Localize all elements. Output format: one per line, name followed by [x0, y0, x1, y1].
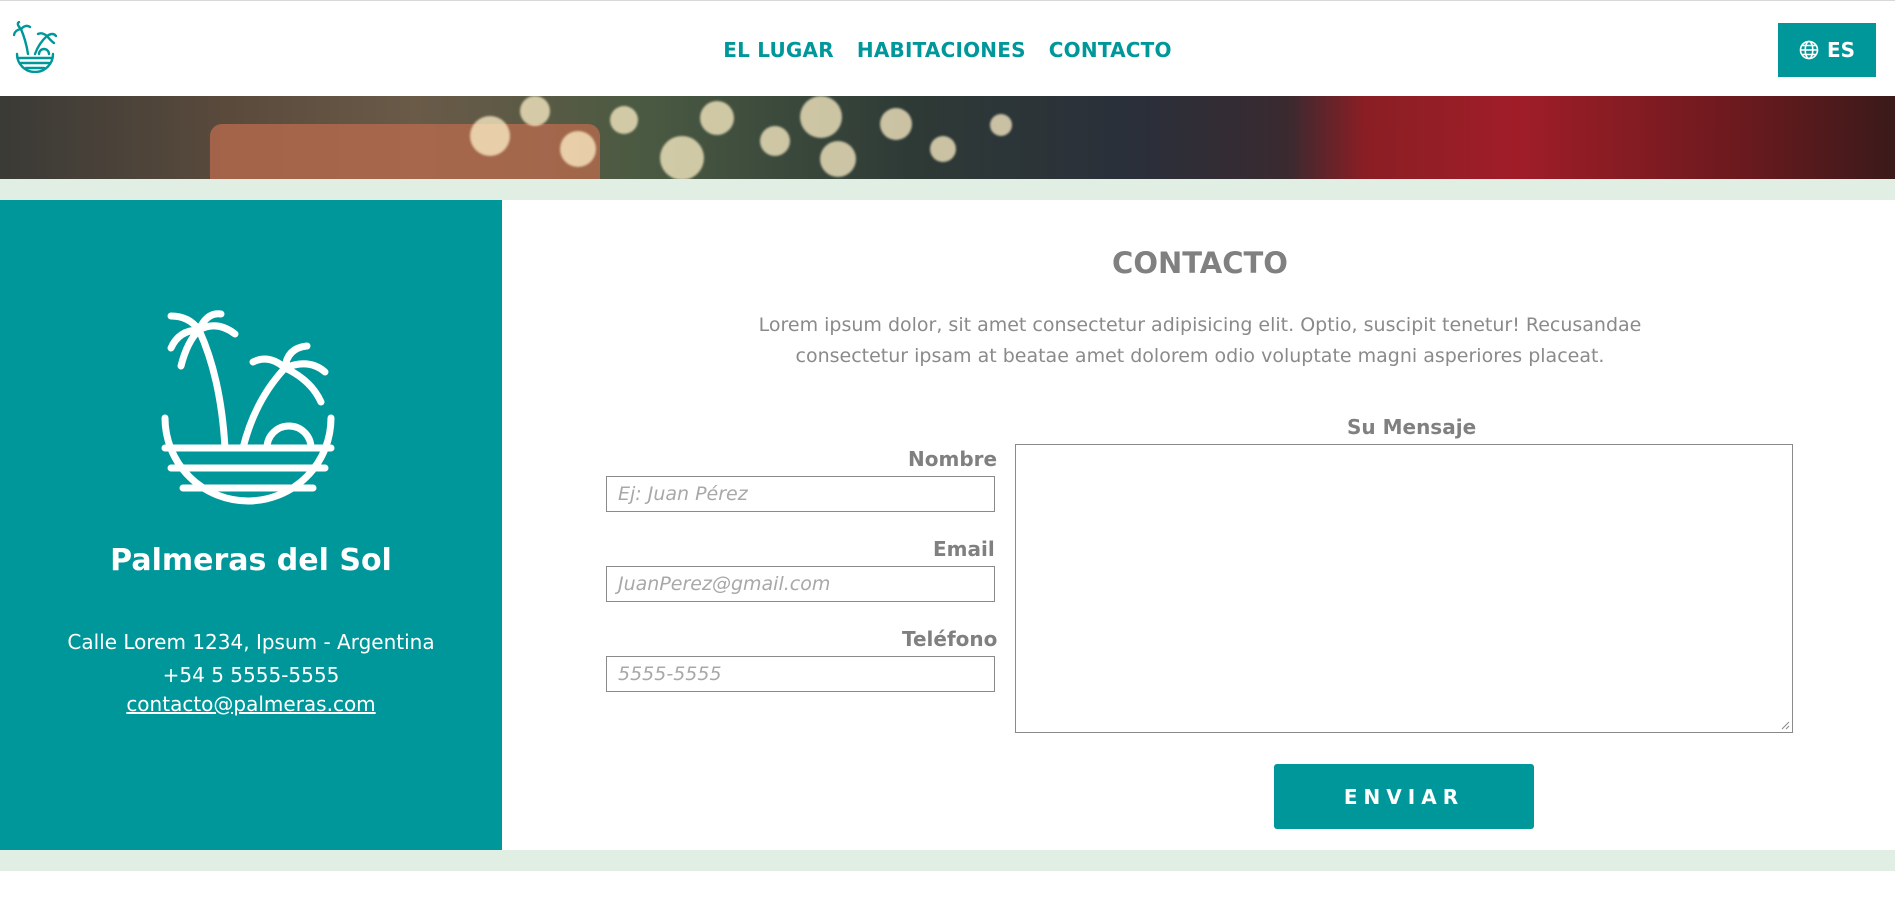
nav-contacto[interactable]: CONTACTO	[1049, 38, 1172, 62]
hero-laptop-shape	[210, 124, 600, 179]
hero-bokeh	[470, 116, 510, 156]
name-placeholder: Ej: Juan Pérez	[618, 483, 748, 505]
palm-logo-icon	[161, 310, 335, 505]
globe-icon	[1799, 40, 1819, 60]
hero-bokeh	[820, 141, 856, 177]
hero-bokeh	[930, 136, 956, 162]
hero-bokeh	[560, 131, 596, 167]
message-label: Su Mensaje	[1347, 415, 1477, 439]
language-label: ES	[1826, 38, 1856, 62]
phone-label: Teléfono	[902, 627, 998, 651]
phone-placeholder: 5555-5555	[618, 663, 722, 685]
contact-description: Lorem ipsum dolor, sit amet consectetur …	[740, 310, 1660, 372]
language-button[interactable]: ES	[1778, 23, 1876, 77]
name-field[interactable]: Ej: Juan Pérez	[606, 476, 995, 512]
bottom-band	[0, 850, 1895, 871]
main-nav: EL LUGAR HABITACIONES CONTACTO	[0, 38, 1895, 62]
nav-habitaciones[interactable]: HABITACIONES	[857, 38, 1026, 62]
site-header: EL LUGAR HABITACIONES CONTACTO ES	[0, 0, 1895, 96]
hero-bokeh	[660, 136, 704, 179]
hero-image	[0, 96, 1895, 179]
hero-bokeh	[800, 96, 842, 138]
hero-bokeh	[990, 114, 1012, 136]
phone-field[interactable]: 5555-5555	[606, 656, 995, 692]
description-line: Lorem ipsum dolor, sit amet consectetur …	[758, 314, 1642, 336]
email-label: Email	[933, 537, 995, 561]
submit-button[interactable]: ENVIAR	[1274, 764, 1534, 829]
hero-bokeh	[520, 96, 550, 126]
resize-handle-icon[interactable]	[1780, 720, 1790, 730]
email-field[interactable]: JuanPerez@gmail.com	[606, 566, 995, 602]
page-title: CONTACTO	[1112, 246, 1288, 280]
brand-name: Palmeras del Sol	[110, 543, 392, 578]
message-textarea[interactable]	[1015, 444, 1793, 733]
hero-bokeh	[760, 126, 790, 156]
description-line: consectetur ipsam at beatae amet dolorem…	[795, 345, 1605, 367]
email-link[interactable]: contacto@palmeras.com	[0, 692, 502, 716]
phone-text: +54 5 5555-5555	[162, 663, 340, 687]
hero-bokeh	[880, 108, 912, 140]
email-placeholder: JuanPerez@gmail.com	[618, 573, 831, 595]
hero-bokeh	[610, 106, 638, 134]
address-text: Calle Lorem 1234, Ipsum - Argentina	[67, 630, 435, 654]
top-band	[0, 179, 1895, 200]
nav-el-lugar[interactable]: EL LUGAR	[723, 38, 834, 62]
name-label: Nombre	[908, 447, 998, 471]
info-panel: Palmeras del Sol Calle Lorem 1234, Ipsum…	[0, 200, 502, 850]
hero-bokeh	[700, 101, 734, 135]
